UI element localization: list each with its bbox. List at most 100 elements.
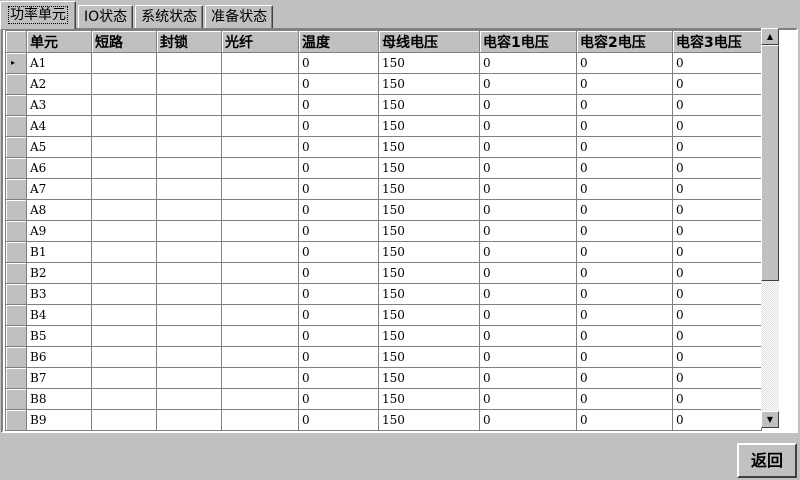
table-cell[interactable]: 0 [479, 52, 577, 74]
table-cell[interactable] [221, 94, 299, 116]
table-cell[interactable]: 150 [378, 115, 480, 137]
table-cell[interactable]: 0 [298, 136, 379, 158]
row-selector[interactable] [5, 136, 27, 158]
row-selector[interactable] [5, 73, 27, 95]
table-cell[interactable]: 0 [298, 262, 379, 284]
table-cell[interactable] [91, 178, 157, 200]
table-cell[interactable]: 0 [479, 409, 577, 431]
table-cell[interactable] [91, 325, 157, 347]
table-cell[interactable] [156, 178, 222, 200]
table-cell[interactable]: 0 [298, 115, 379, 137]
table-cell[interactable] [221, 73, 299, 95]
row-selector[interactable] [5, 409, 27, 431]
table-row[interactable]: B5 0 150 0 0 0 [5, 325, 762, 347]
table-cell[interactable] [221, 283, 299, 305]
table-cell[interactable]: A9 [26, 220, 92, 242]
table-cell[interactable]: 0 [298, 367, 379, 389]
row-selector[interactable] [5, 199, 27, 221]
tab-ready-status[interactable]: 准备状态 [205, 5, 274, 29]
table-cell[interactable]: 0 [672, 178, 762, 200]
table-cell[interactable]: 0 [576, 178, 673, 200]
row-selector[interactable] [5, 220, 27, 242]
table-row[interactable]: B8 0 150 0 0 0 [5, 388, 762, 410]
table-cell[interactable]: 0 [672, 136, 762, 158]
table-cell[interactable]: 150 [378, 52, 480, 74]
table-cell[interactable] [156, 115, 222, 137]
table-row[interactable]: A3 0 150 0 0 0 [5, 94, 762, 116]
table-cell[interactable]: 0 [479, 178, 577, 200]
table-cell[interactable] [221, 157, 299, 179]
table-cell[interactable]: B2 [26, 262, 92, 284]
table-cell[interactable] [91, 52, 157, 74]
table-cell[interactable]: 0 [298, 283, 379, 305]
table-cell[interactable] [221, 304, 299, 326]
table-cell[interactable] [91, 283, 157, 305]
row-selector[interactable] [5, 367, 27, 389]
table-cell[interactable] [221, 346, 299, 368]
table-row[interactable]: A7 0 150 0 0 0 [5, 178, 762, 200]
table-cell[interactable]: 0 [576, 388, 673, 410]
table-row[interactable]: A6 0 150 0 0 0 [5, 157, 762, 179]
table-row[interactable]: A8 0 150 0 0 0 [5, 199, 762, 221]
table-cell[interactable] [91, 73, 157, 95]
table-cell[interactable]: A5 [26, 136, 92, 158]
table-cell[interactable]: 0 [672, 199, 762, 221]
table-cell[interactable] [156, 136, 222, 158]
table-row[interactable]: B2 0 150 0 0 0 [5, 262, 762, 284]
table-cell[interactable]: 0 [479, 304, 577, 326]
table-row[interactable]: A9 0 150 0 0 0 [5, 220, 762, 242]
table-cell[interactable]: 0 [576, 241, 673, 263]
row-selector[interactable] [5, 325, 27, 347]
table-cell[interactable] [91, 241, 157, 263]
table-row[interactable]: A5 0 150 0 0 0 [5, 136, 762, 158]
table-cell[interactable]: 0 [672, 52, 762, 74]
scrollbar-thumb[interactable] [761, 45, 779, 281]
table-cell[interactable]: 150 [378, 199, 480, 221]
column-header-cap1-voltage[interactable]: 电容1电压 [479, 30, 577, 53]
column-header-bus-voltage[interactable]: 母线电压 [378, 30, 480, 53]
column-header-unit[interactable]: 单元 [26, 30, 92, 53]
row-selector[interactable] [5, 388, 27, 410]
table-row[interactable]: B4 0 150 0 0 0 [5, 304, 762, 326]
table-cell[interactable] [156, 304, 222, 326]
column-header-short-circuit[interactable]: 短路 [91, 30, 157, 53]
table-cell[interactable]: 0 [298, 199, 379, 221]
table-row[interactable]: A4 0 150 0 0 0 [5, 115, 762, 137]
table-cell[interactable]: 0 [672, 94, 762, 116]
column-header-blocking[interactable]: 封锁 [156, 30, 222, 53]
table-cell[interactable]: 0 [298, 178, 379, 200]
table-cell[interactable]: 0 [672, 367, 762, 389]
table-cell[interactable]: 0 [672, 304, 762, 326]
row-selector[interactable] [5, 346, 27, 368]
row-selector[interactable] [5, 178, 27, 200]
table-cell[interactable]: 150 [378, 388, 480, 410]
table-cell[interactable]: 0 [479, 283, 577, 305]
table-cell[interactable]: 0 [298, 388, 379, 410]
table-cell[interactable]: 0 [576, 52, 673, 74]
tab-io-status[interactable]: IO状态 [78, 5, 134, 29]
tab-system-status[interactable]: 系统状态 [135, 5, 204, 29]
row-selector[interactable]: ▸ [5, 52, 27, 74]
column-header-cap2-voltage[interactable]: 电容2电压 [576, 30, 673, 53]
table-cell[interactable]: 0 [298, 241, 379, 263]
table-cell[interactable] [221, 388, 299, 410]
table-cell[interactable]: 0 [576, 73, 673, 95]
table-cell[interactable]: 150 [378, 304, 480, 326]
table-cell[interactable] [221, 220, 299, 242]
table-cell[interactable]: 0 [576, 220, 673, 242]
table-cell[interactable] [156, 388, 222, 410]
table-cell[interactable]: 0 [298, 73, 379, 95]
table-cell[interactable]: 0 [576, 346, 673, 368]
table-row[interactable]: B1 0 150 0 0 0 [5, 241, 762, 263]
table-cell[interactable] [91, 94, 157, 116]
table-cell[interactable]: 0 [672, 220, 762, 242]
table-cell[interactable]: 0 [576, 367, 673, 389]
table-cell[interactable]: 0 [672, 73, 762, 95]
table-cell[interactable] [221, 325, 299, 347]
row-selector[interactable] [5, 304, 27, 326]
table-cell[interactable]: 0 [576, 136, 673, 158]
table-cell[interactable] [221, 199, 299, 221]
table-cell[interactable]: 0 [672, 157, 762, 179]
table-cell[interactable]: 0 [479, 157, 577, 179]
scroll-down-button[interactable]: ▼ [761, 411, 779, 428]
